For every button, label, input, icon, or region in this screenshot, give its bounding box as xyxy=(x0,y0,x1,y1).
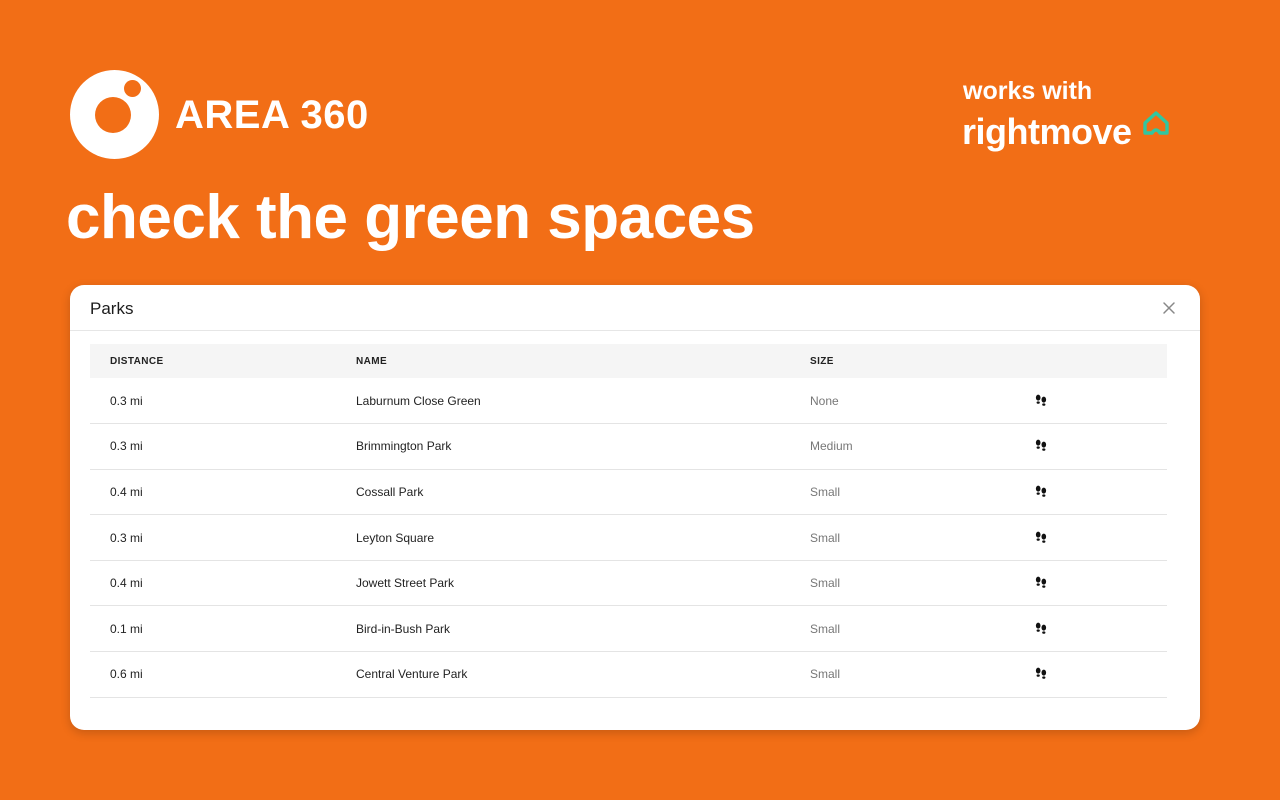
row-size: Small xyxy=(790,651,1020,698)
row-action xyxy=(1020,651,1167,698)
row-size: None xyxy=(790,378,1020,425)
panel-header: Parks xyxy=(70,285,1200,331)
parks-panel: Parks DISTANCE NAME SIZE 0.3 mi Laburnum … xyxy=(70,285,1200,730)
column-header-distance: DISTANCE xyxy=(110,355,164,367)
row-distance: 0.3 mi xyxy=(90,514,336,561)
row-action xyxy=(1020,514,1167,561)
row-park-name: Cossall Park xyxy=(336,469,790,516)
table-row: 0.6 mi Central Venture Park Small xyxy=(90,651,1167,698)
column-header-action xyxy=(1020,344,1167,378)
brand-name: AREA 360 xyxy=(175,93,369,137)
close-icon[interactable] xyxy=(1162,301,1176,315)
row-park-name: Central Venture Park xyxy=(336,651,790,698)
row-size: Small xyxy=(790,514,1020,561)
column-header-size: SIZE xyxy=(810,355,834,367)
works-with-label: works with xyxy=(963,77,1093,105)
area360-logo-icon xyxy=(70,70,159,159)
row-size: Small xyxy=(790,560,1020,607)
table-row: 0.3 mi Brimmington Park Medium xyxy=(90,423,1167,470)
table-row: 0.3 mi Laburnum Close Green None xyxy=(90,378,1167,425)
row-distance: 0.6 mi xyxy=(90,651,336,698)
footsteps-icon[interactable] xyxy=(1033,666,1049,682)
row-action xyxy=(1020,560,1167,607)
row-distance: 0.4 mi xyxy=(90,469,336,516)
row-park-name: Jowett Street Park xyxy=(336,560,790,607)
row-size: Small xyxy=(790,469,1020,516)
table-row: 0.4 mi Jowett Street Park Small xyxy=(90,560,1167,607)
partner-logo-text: rightmove xyxy=(962,111,1132,152)
footsteps-icon[interactable] xyxy=(1033,530,1049,546)
row-park-name: Leyton Square xyxy=(336,514,790,561)
panel-title: Parks xyxy=(90,299,134,318)
table-row: 0.3 mi Leyton Square Small xyxy=(90,514,1167,561)
table-row: 0.4 mi Cossall Park Small xyxy=(90,469,1167,516)
footsteps-icon[interactable] xyxy=(1033,621,1049,637)
row-distance: 0.4 mi xyxy=(90,560,336,607)
parks-table: DISTANCE NAME SIZE 0.3 mi Laburnum Close … xyxy=(90,344,1167,698)
row-action xyxy=(1020,423,1167,470)
row-size: Small xyxy=(790,605,1020,653)
row-park-name: Brimmington Park xyxy=(336,423,790,470)
headline: check the green spaces xyxy=(66,183,755,252)
row-distance: 0.3 mi xyxy=(90,423,336,470)
row-distance: 0.1 mi xyxy=(90,605,336,653)
row-action xyxy=(1020,469,1167,516)
column-header-name: NAME xyxy=(356,355,388,367)
footsteps-icon[interactable] xyxy=(1033,575,1049,591)
house-outline-icon xyxy=(1143,111,1169,135)
row-size: Medium xyxy=(790,423,1020,470)
row-park-name: Laburnum Close Green xyxy=(336,378,790,425)
row-distance: 0.3 mi xyxy=(90,378,336,425)
table-header-row: DISTANCE NAME SIZE xyxy=(90,344,1167,378)
row-action xyxy=(1020,378,1167,425)
row-park-name: Bird-in-Bush Park xyxy=(336,605,790,653)
footsteps-icon[interactable] xyxy=(1033,438,1049,454)
footsteps-icon[interactable] xyxy=(1033,393,1049,409)
footsteps-icon[interactable] xyxy=(1033,484,1049,500)
row-action xyxy=(1020,605,1167,653)
table-row: 0.1 mi Bird-in-Bush Park Small xyxy=(90,605,1167,653)
